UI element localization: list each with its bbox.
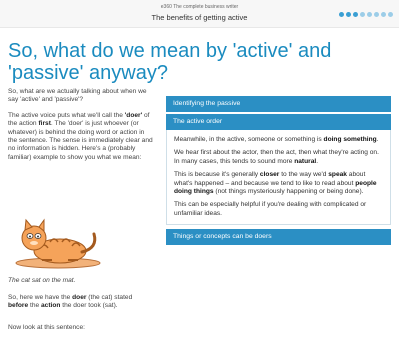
cat-illustration <box>15 218 101 269</box>
progress-dot <box>367 12 372 17</box>
example-analysis: So, here we have the doer (the cat) stat… <box>8 294 133 310</box>
accordion: Identifying the passive The active order… <box>166 96 391 246</box>
accordion-header-things-concepts[interactable]: Things or concepts can be doers <box>166 229 391 246</box>
panel-paragraph: This is because it's generally closer to… <box>174 171 377 196</box>
progress-dot <box>374 12 379 17</box>
panel-paragraph: We hear first about the actor, then the … <box>174 149 379 165</box>
progress-dot <box>360 12 365 17</box>
top-bar: e360 The complete business writer The be… <box>0 0 399 28</box>
accordion-header-active-order[interactable]: The active order <box>166 114 391 130</box>
intro-paragraph: So, what are we actually talking about w… <box>8 88 147 104</box>
progress-dot <box>346 12 351 17</box>
left-column: So, what are we actually talking about w… <box>8 88 154 169</box>
progress-dot <box>339 12 344 17</box>
panel-paragraph: Meanwhile, in the active, someone or som… <box>174 136 379 143</box>
course-title: e360 The complete business writer <box>160 4 239 10</box>
progress-dot <box>388 12 393 17</box>
lead-in-text: Now look at this sentence: <box>8 324 85 331</box>
progress-dots <box>339 12 393 17</box>
panel-paragraph: This can be especially helpful if you're… <box>174 201 367 217</box>
progress-dot <box>381 12 386 17</box>
accordion-header-identifying-passive[interactable]: Identifying the passive <box>166 96 391 112</box>
section-heading: So, what do we mean by 'active' and 'pas… <box>8 40 332 84</box>
explanation-paragraph: The active voice puts what we'll call th… <box>8 111 153 161</box>
progress-dot <box>353 12 358 17</box>
example-caption: The cat sat on the mat. <box>8 277 76 284</box>
accordion-panel-active-order: Meanwhile, in the active, someone or som… <box>166 130 391 226</box>
